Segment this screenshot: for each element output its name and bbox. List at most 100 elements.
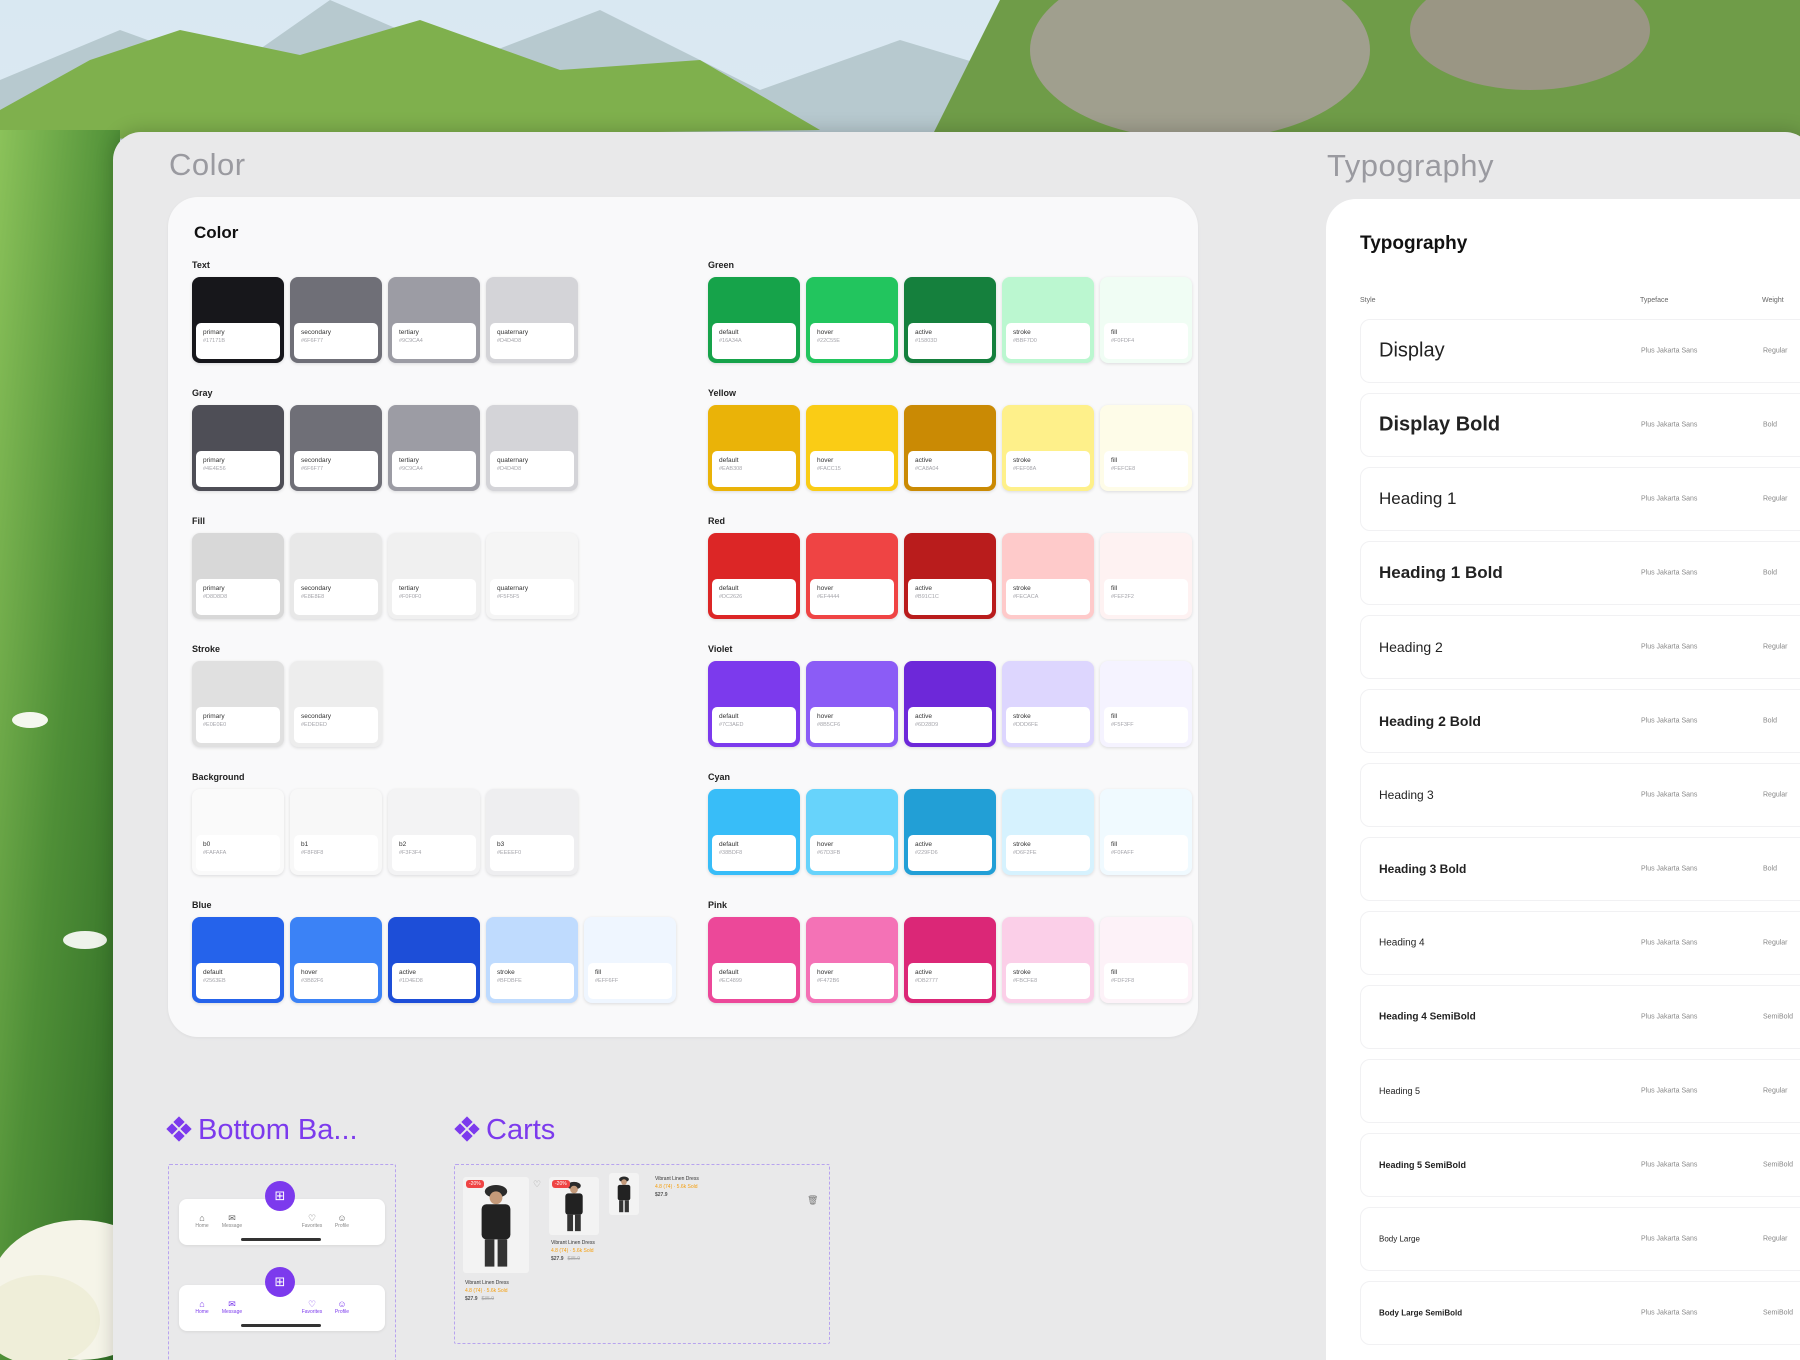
color-palette-card[interactable]: Color Text primary #17171B secondary #6F6F77… — [168, 197, 1198, 1037]
typography-row[interactable]: Body Large SemiBold Plus Jakarta Sans Semi… — [1360, 1281, 1800, 1345]
color-swatch-red-default[interactable]: default #DC2626 — [708, 533, 800, 619]
nav-item-home[interactable]: ⌂ Home — [187, 1299, 217, 1315]
nav-item-favorites[interactable]: ♡ Favorites — [297, 1213, 327, 1229]
typography-row[interactable]: Heading 4 SemiBold Plus Jakarta Sans SemiB… — [1360, 985, 1800, 1049]
color-swatch-green-fill[interactable]: fill #F0FDF4 — [1100, 277, 1192, 363]
typography-row[interactable]: Body Large Plus Jakarta Sans Regular — [1360, 1207, 1800, 1271]
typography-row[interactable]: Heading 2 Plus Jakarta Sans Regular — [1360, 615, 1800, 679]
color-swatch-background-b0[interactable]: b0 #FAFAFA — [192, 789, 284, 875]
color-swatch-background-b2[interactable]: b2 #F3F3F4 — [388, 789, 480, 875]
color-swatch-pink-hover[interactable]: hover #F472B6 — [806, 917, 898, 1003]
color-swatch-fill-secondary[interactable]: secondary #E8E8E8 — [290, 533, 382, 619]
color-swatch-yellow-fill[interactable]: fill #FEFCE8 — [1100, 405, 1192, 491]
swatch-name: b3 — [497, 841, 505, 848]
color-swatch-background-b3[interactable]: b3 #EEEEF0 — [486, 789, 578, 875]
bottom-bar-default[interactable]: ⊞ ⌂ Home ✉ Message ♡ Favorites ☺ Profile — [179, 1181, 385, 1245]
color-swatch-violet-fill[interactable]: fill #F5F3FF — [1100, 661, 1192, 747]
nav-item-profile[interactable]: ☺ Profile — [327, 1213, 357, 1229]
cart-fab-button[interactable]: ⊞ — [265, 1181, 295, 1211]
color-swatch-background-b1[interactable]: b1 #F8F8F8 — [290, 789, 382, 875]
color-swatch-yellow-stroke[interactable]: stroke #FEF08A — [1002, 405, 1094, 491]
color-swatch-green-stroke[interactable]: stroke #BBF7D0 — [1002, 277, 1094, 363]
color-swatch-text-tertiary[interactable]: tertiary #9C9CA4 — [388, 277, 480, 363]
bottom-bar-variants-frame[interactable]: ⊞ ⌂ Home ✉ Message ♡ Favorites ☺ Profile ⊞ ⌂ Home ✉… — [168, 1164, 396, 1360]
color-swatch-gray-secondary[interactable]: secondary #6F6F77 — [290, 405, 382, 491]
color-swatch-green-active[interactable]: active #15803D — [904, 277, 996, 363]
cart-fab-button[interactable]: ⊞ — [265, 1267, 295, 1297]
color-swatch-yellow-hover[interactable]: hover #FACC15 — [806, 405, 898, 491]
carts-variants-frame[interactable]: -20% Vibrant Linen Dress 4.8 (74) · 5.6k S… — [454, 1164, 830, 1344]
typography-row[interactable]: Heading 1 Bold Plus Jakarta Sans Bold — [1360, 541, 1800, 605]
color-swatch-blue-hover[interactable]: hover #3B82F6 — [290, 917, 382, 1003]
swatch-label-chip: hover #8B5CF6 — [810, 707, 894, 743]
nav-item-profile[interactable]: ☺ Profile — [327, 1299, 357, 1315]
nav-item-home[interactable]: ⌂ Home — [187, 1213, 217, 1229]
typography-row[interactable]: Heading 3 Bold Plus Jakarta Sans Bold — [1360, 837, 1800, 901]
typography-frame-title[interactable]: Typography — [1327, 148, 1494, 184]
typography-row[interactable]: Heading 1 Plus Jakarta Sans Regular — [1360, 467, 1800, 531]
heart-icon[interactable]: ♡ — [533, 1179, 541, 1190]
color-swatch-fill-quaternary[interactable]: quaternary #F5F5F5 — [486, 533, 578, 619]
typography-row[interactable]: Heading 4 Plus Jakarta Sans Regular — [1360, 911, 1800, 975]
color-swatch-pink-fill[interactable]: fill #FDF2F8 — [1100, 917, 1192, 1003]
color-swatch-gray-tertiary[interactable]: tertiary #9C9CA4 — [388, 405, 480, 491]
color-swatch-text-quaternary[interactable]: quaternary #D4D4D8 — [486, 277, 578, 363]
product-name: Vibrant Linen Dress — [551, 1240, 595, 1246]
color-swatch-blue-default[interactable]: default #2563EB — [192, 917, 284, 1003]
color-swatch-cyan-default[interactable]: default #38BDF8 — [708, 789, 800, 875]
color-swatch-violet-hover[interactable]: hover #8B5CF6 — [806, 661, 898, 747]
product-image[interactable] — [609, 1173, 639, 1215]
color-swatch-green-default[interactable]: default #16A34A — [708, 277, 800, 363]
nav-item-message[interactable]: ✉ Message — [217, 1299, 247, 1315]
col-typeface-label: Typeface — [1640, 297, 1669, 304]
color-swatch-violet-stroke[interactable]: stroke #DDD6FE — [1002, 661, 1094, 747]
typography-card[interactable]: Typography Style Typeface Weight Display… — [1326, 199, 1800, 1360]
color-swatch-blue-fill[interactable]: fill #EFF6FF — [584, 917, 676, 1003]
color-swatch-fill-tertiary[interactable]: tertiary #F0F0F0 — [388, 533, 480, 619]
product-image[interactable]: -20% — [463, 1177, 529, 1273]
swatch-hex: #E0E0E0 — [203, 722, 227, 728]
color-swatch-green-hover[interactable]: hover #22C55E — [806, 277, 898, 363]
typography-row[interactable]: Display Plus Jakarta Sans Regular — [1360, 319, 1800, 383]
nav-item-favorites[interactable]: ♡ Favorites — [297, 1299, 327, 1315]
color-swatch-gray-primary[interactable]: primary #4E4E56 — [192, 405, 284, 491]
carts-component-title[interactable]: Carts — [454, 1114, 555, 1147]
color-swatch-text-secondary[interactable]: secondary #6F6F77 — [290, 277, 382, 363]
color-swatch-pink-stroke[interactable]: stroke #FBCFE8 — [1002, 917, 1094, 1003]
color-swatch-cyan-fill[interactable]: fill #F0FAFF — [1100, 789, 1192, 875]
color-swatch-yellow-active[interactable]: active #CA8A04 — [904, 405, 996, 491]
color-swatch-violet-active[interactable]: active #6D28D9 — [904, 661, 996, 747]
typography-row[interactable]: Heading 5 SemiBold Plus Jakarta Sans SemiB… — [1360, 1133, 1800, 1197]
color-swatch-blue-stroke[interactable]: stroke #BFDBFE — [486, 917, 578, 1003]
color-swatch-cyan-active[interactable]: active #229FD6 — [904, 789, 996, 875]
color-swatch-text-primary[interactable]: primary #17171B — [192, 277, 284, 363]
color-swatch-gray-quaternary[interactable]: quaternary #D4D4D8 — [486, 405, 578, 491]
typography-row[interactable]: Heading 5 Plus Jakarta Sans Regular — [1360, 1059, 1800, 1123]
color-frame-title[interactable]: Color — [169, 147, 246, 183]
type-style-name: Heading 4 — [1379, 937, 1425, 949]
typography-row[interactable]: Heading 3 Plus Jakarta Sans Regular — [1360, 763, 1800, 827]
color-swatch-pink-active[interactable]: active #DB2777 — [904, 917, 996, 1003]
typography-row[interactable]: Display Bold Plus Jakarta Sans Bold — [1360, 393, 1800, 457]
color-swatch-violet-default[interactable]: default #7C3AED — [708, 661, 800, 747]
color-swatch-cyan-stroke[interactable]: stroke #D6F2FE — [1002, 789, 1094, 875]
color-swatch-pink-default[interactable]: default #EC4899 — [708, 917, 800, 1003]
color-swatch-blue-active[interactable]: active #1D4ED8 — [388, 917, 480, 1003]
color-swatch-stroke-secondary[interactable]: secondary #EDEDED — [290, 661, 382, 747]
color-swatch-yellow-default[interactable]: default #EAB308 — [708, 405, 800, 491]
color-group-text: Text primary #17171B secondary #6F6F77 tertia… — [192, 259, 578, 363]
color-swatch-red-hover[interactable]: hover #EF4444 — [806, 533, 898, 619]
product-image[interactable]: -20% — [549, 1177, 599, 1235]
color-swatch-red-active[interactable]: active #B91C1C — [904, 533, 996, 619]
nav-item-message[interactable]: ✉ Message — [217, 1213, 247, 1229]
bottom-bar-component-title[interactable]: Bottom Ba... — [166, 1114, 358, 1147]
color-swatch-fill-primary[interactable]: primary #D8D8D8 — [192, 533, 284, 619]
bottom-bar-active[interactable]: ⊞ ⌂ Home ✉ Message ♡ Favorites ☺ Profile — [179, 1267, 385, 1331]
color-swatch-red-stroke[interactable]: stroke #FECACA — [1002, 533, 1094, 619]
color-swatch-cyan-hover[interactable]: hover #67D3FB — [806, 789, 898, 875]
color-swatch-red-fill[interactable]: fill #FEF2F2 — [1100, 533, 1192, 619]
typography-row[interactable]: Heading 2 Bold Plus Jakarta Sans Bold — [1360, 689, 1800, 753]
trash-icon[interactable]: 🗑 — [807, 1195, 818, 1206]
swatch-label-chip: quaternary #D4D4D8 — [490, 323, 574, 359]
color-swatch-stroke-primary[interactable]: primary #E0E0E0 — [192, 661, 284, 747]
